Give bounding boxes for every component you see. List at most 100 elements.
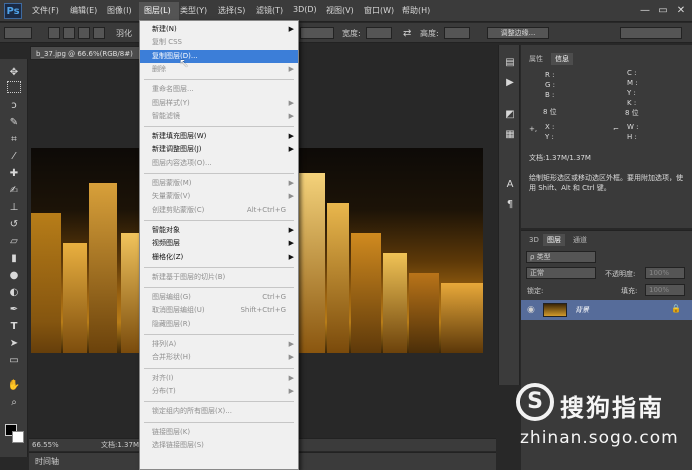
- shape-icon[interactable]: ▭: [5, 353, 23, 368]
- layer-menu-item[interactable]: 视频图层 ▶: [140, 237, 298, 250]
- healing-icon[interactable]: ✚: [5, 166, 23, 181]
- layer-row-background[interactable]: ◉ 背景 🔒: [521, 300, 692, 320]
- eyedropper-icon[interactable]: ⁄: [5, 149, 23, 164]
- layer-menu-item[interactable]: 新建(N) ▶: [140, 23, 298, 36]
- dodge-icon[interactable]: ◐: [5, 285, 23, 300]
- layer-menu-item[interactable]: 复制图层(D)...: [140, 49, 298, 63]
- tab-layers[interactable]: 图层: [543, 234, 565, 246]
- menu-view[interactable]: 视图(V): [326, 5, 354, 16]
- background-color-swatch[interactable]: [12, 431, 24, 443]
- fill-field[interactable]: 100%: [645, 284, 685, 296]
- layer-menu-item[interactable]: 矢量蒙版(V) ▶: [140, 190, 298, 203]
- tab-info[interactable]: 信息: [551, 53, 573, 65]
- gradient-icon[interactable]: ▮: [5, 251, 23, 266]
- layer-menu-item[interactable]: 对齐(I) ▶: [140, 372, 298, 385]
- zoom-level[interactable]: 66.55%: [32, 439, 59, 452]
- layer-menu-item[interactable]: 图层编组(G) Ctrl+G: [140, 291, 298, 304]
- path-select-icon[interactable]: ➤: [5, 336, 23, 351]
- layer-menu-item[interactable]: 锁定组内的所有图层(X)...: [140, 405, 298, 418]
- blend-mode-select[interactable]: 正常: [526, 267, 596, 279]
- doc-size-status[interactable]: 文档:1.37M: [101, 439, 139, 452]
- actions-panel-icon[interactable]: ▶: [501, 75, 519, 90]
- document-tab[interactable]: b_37.jpg @ 66.6%(RGB/8#): [30, 46, 140, 60]
- layer-menu-item[interactable]: 选择链接图层(S): [140, 439, 298, 452]
- minimize-icon[interactable]: —: [636, 4, 654, 18]
- opacity-field[interactable]: 100%: [645, 267, 685, 279]
- zoom-icon[interactable]: ⌕: [5, 395, 23, 410]
- workspace-select[interactable]: [620, 27, 682, 39]
- layer-menu-item[interactable]: 重命名图层...: [140, 83, 298, 96]
- maximize-icon[interactable]: ▭: [654, 4, 672, 18]
- tool-preset-picker[interactable]: [4, 27, 32, 39]
- subtract-selection-icon[interactable]: [78, 27, 90, 39]
- layer-name[interactable]: 背景: [575, 305, 589, 315]
- menu-separator: [144, 401, 294, 403]
- layer-menu-item[interactable]: 隐藏图层(R): [140, 318, 298, 331]
- menu-help[interactable]: 帮助(H): [402, 5, 430, 16]
- move-icon[interactable]: ✥: [5, 65, 23, 80]
- menu-3d[interactable]: 3D(D): [293, 5, 317, 14]
- layer-menu-item[interactable]: 链接图层(K): [140, 426, 298, 439]
- height-field[interactable]: [444, 27, 470, 39]
- layer-menu-item[interactable]: 排列(A) ▶: [140, 338, 298, 351]
- add-selection-icon[interactable]: [63, 27, 75, 39]
- crosshair-icon: +,: [529, 125, 538, 133]
- crop-icon[interactable]: ⌗: [5, 132, 23, 147]
- menu-filter[interactable]: 滤镜(T): [256, 5, 283, 16]
- layer-menu-item[interactable]: 分布(T) ▶: [140, 385, 298, 398]
- stamp-icon[interactable]: ⊥: [5, 200, 23, 215]
- layer-menu-item[interactable]: 栅格化(Z) ▶: [140, 251, 298, 264]
- tab-properties[interactable]: 属性: [525, 53, 547, 65]
- layer-menu-item[interactable]: 智能对象 ▶: [140, 224, 298, 237]
- layer-menu-item[interactable]: 图层蒙版(M) ▶: [140, 177, 298, 190]
- intersect-selection-icon[interactable]: [93, 27, 105, 39]
- menu-image[interactable]: 图像(I): [107, 5, 132, 16]
- brush-icon[interactable]: ✍: [5, 183, 23, 198]
- tab-channels[interactable]: 通道: [569, 234, 591, 246]
- history-panel-icon[interactable]: ▤: [501, 55, 519, 70]
- eye-icon[interactable]: ◉: [527, 305, 535, 315]
- layer-menu-item[interactable]: 取消图层编组(U) Shift+Ctrl+G: [140, 304, 298, 317]
- submenu-arrow-icon: ▶: [288, 353, 294, 362]
- layer-menu-item[interactable]: 图层内容选项(O)...: [140, 157, 298, 170]
- pen-icon[interactable]: ✒: [5, 302, 23, 317]
- layer-menu-item[interactable]: 删除 ▶: [140, 63, 298, 76]
- style-select[interactable]: [300, 27, 334, 39]
- hand-icon[interactable]: ✋: [5, 378, 23, 393]
- menu-item-label: 锁定组内的所有图层(X)...: [152, 407, 232, 416]
- refine-edge-button[interactable]: 调整边缘...: [487, 27, 549, 39]
- new-selection-icon[interactable]: [48, 27, 60, 39]
- swatches-panel-icon[interactable]: ▦: [501, 127, 519, 142]
- close-icon[interactable]: ✕: [672, 4, 690, 18]
- quick-select-icon[interactable]: ✎: [5, 115, 23, 130]
- character-panel-icon[interactable]: A: [501, 177, 519, 192]
- layer-menu-item[interactable]: 新建填充图层(W) ▶: [140, 130, 298, 143]
- history-brush-icon[interactable]: ↺: [5, 217, 23, 232]
- swap-icon[interactable]: ⇄: [403, 28, 411, 39]
- menu-separator: [144, 266, 294, 268]
- menu-window[interactable]: 窗口(W): [364, 5, 394, 16]
- paragraph-panel-icon[interactable]: ¶: [501, 197, 519, 212]
- layer-menu-item[interactable]: 合并形状(H) ▶: [140, 351, 298, 364]
- layer-menu-item[interactable]: 新建调整图层(J) ▶: [140, 143, 298, 156]
- menu-edit[interactable]: 编辑(E): [70, 5, 97, 16]
- type-icon[interactable]: T: [5, 319, 23, 334]
- layer-menu-item[interactable]: 创建剪贴蒙版(C) Alt+Ctrl+G: [140, 204, 298, 217]
- layer-filter-select[interactable]: ρ 类型: [526, 251, 596, 263]
- marquee-icon[interactable]: [7, 81, 21, 93]
- lasso-icon[interactable]: ↄ: [5, 98, 23, 113]
- timeline-tab[interactable]: 时间轴: [35, 456, 59, 467]
- eraser-icon[interactable]: ▱: [5, 234, 23, 249]
- layer-menu-item[interactable]: 新建基于图层的切片(B): [140, 271, 298, 284]
- layer-menu-item[interactable]: 图层样式(Y) ▶: [140, 97, 298, 110]
- blur-icon[interactable]: ●: [5, 268, 23, 283]
- adjustments-panel-icon[interactable]: ◩: [501, 107, 519, 122]
- layer-menu-item[interactable]: 智能滤镜 ▶: [140, 110, 298, 123]
- menu-type[interactable]: 类型(Y): [180, 5, 207, 16]
- width-field[interactable]: [366, 27, 392, 39]
- menu-layer[interactable]: 图层(L): [144, 5, 171, 16]
- tab-3d[interactable]: 3D: [525, 234, 543, 246]
- menu-select[interactable]: 选择(S): [218, 5, 245, 16]
- menu-file[interactable]: 文件(F): [32, 5, 59, 16]
- layer-menu-item[interactable]: 复制 CSS: [140, 36, 298, 49]
